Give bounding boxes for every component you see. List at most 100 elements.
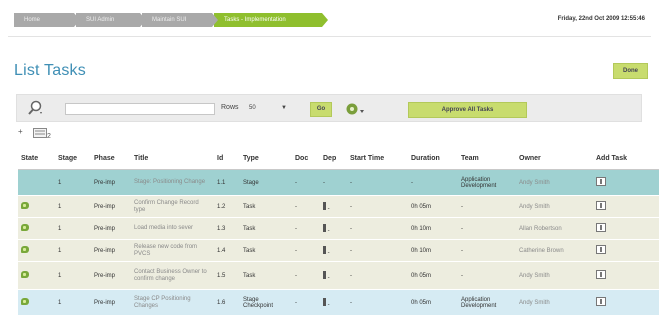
gear-icon[interactable] xyxy=(344,101,366,117)
state-icon[interactable] xyxy=(21,246,29,253)
type-cell: Task xyxy=(240,239,292,262)
dep-cell: - xyxy=(320,239,347,262)
stage-cell: 1 xyxy=(55,261,91,290)
column-header-dep[interactable]: Dep xyxy=(320,148,347,170)
owner-cell[interactable]: Andy Smith xyxy=(516,261,593,290)
id-cell: 1.4 xyxy=(214,239,240,262)
add-task-icon[interactable] xyxy=(596,201,606,210)
add-task-cell xyxy=(593,261,659,290)
dep-cell: - xyxy=(320,217,347,240)
table-row[interactable]: 1 Pre-imp Load media into sever 1.3 Task… xyxy=(18,217,659,240)
tasks-table: State Stage Phase Title Id Type Doc Dep … xyxy=(18,148,659,316)
add-task-cell xyxy=(593,289,659,316)
column-header-doc[interactable]: Doc xyxy=(292,148,320,170)
go-button[interactable]: Go xyxy=(310,102,332,117)
state-icon[interactable] xyxy=(21,298,29,305)
rows-value: 50 xyxy=(249,105,256,111)
breadcrumb: Home SUI Admin Maintain SUI Tasks - Impl… xyxy=(14,13,328,27)
table-row[interactable]: 1 Pre-imp Release new code from PVCS 1.4… xyxy=(18,239,659,262)
stage-cell: 1 xyxy=(55,169,91,196)
tree-icon[interactable] xyxy=(33,128,47,138)
table-row[interactable]: 1 Pre-imp Stage: Positioning Change 1.1 … xyxy=(18,169,659,196)
start-time-cell: - xyxy=(347,169,408,196)
dependency-icon[interactable] xyxy=(323,201,326,210)
title-cell[interactable]: Release new code from PVCS xyxy=(131,239,214,262)
dep-value: - xyxy=(327,274,330,281)
start-time-cell: - xyxy=(347,289,408,316)
rows-select[interactable]: 50 ▼ xyxy=(249,103,289,114)
column-header-id[interactable]: Id xyxy=(214,148,240,170)
column-header-state[interactable]: State xyxy=(18,148,55,170)
add-task-icon[interactable] xyxy=(596,177,606,186)
duration-cell: 0h 05m xyxy=(408,261,458,290)
doc-cell: - xyxy=(292,239,320,262)
phase-cell: Pre-imp xyxy=(91,289,131,316)
start-time-cell: - xyxy=(347,239,408,262)
owner-cell[interactable]: Andy Smith xyxy=(516,195,593,218)
team-cell: - xyxy=(458,195,516,218)
table-header: State Stage Phase Title Id Type Doc Dep … xyxy=(18,148,659,170)
column-header-add-task: Add Task xyxy=(593,148,659,170)
table-row[interactable]: 1 Pre-imp Contact Business Owner to conf… xyxy=(18,261,659,290)
column-header-title[interactable]: Title xyxy=(131,148,214,170)
type-cell: Stage Checkpoint xyxy=(240,289,292,316)
duration-cell: - xyxy=(408,169,458,196)
title-cell[interactable]: Confirm Change Record type xyxy=(131,195,214,218)
duration-cell: 0h 05m xyxy=(408,195,458,218)
owner-cell[interactable]: Catherine Brown xyxy=(516,239,593,262)
chevron-down-icon: ▼ xyxy=(281,105,287,111)
add-task-cell xyxy=(593,195,659,218)
add-task-cell xyxy=(593,169,659,196)
task-toolbar: Rows 50 ▼ Go Approve All Tasks xyxy=(16,94,642,122)
dependency-icon[interactable] xyxy=(323,297,326,306)
type-cell: Stage xyxy=(240,169,292,196)
state-icon[interactable] xyxy=(21,271,29,278)
column-header-owner[interactable]: Owner xyxy=(516,148,593,170)
state-icon[interactable] xyxy=(21,202,29,209)
approve-all-tasks-button[interactable]: Approve All Tasks xyxy=(408,102,527,118)
start-time-cell: - xyxy=(347,217,408,240)
doc-cell: - xyxy=(292,217,320,240)
start-time-cell: - xyxy=(347,261,408,290)
title-cell[interactable]: Load media into sever xyxy=(131,217,214,240)
owner-cell[interactable]: Andy Smith xyxy=(516,169,593,196)
owner-cell[interactable]: Allan Robertson xyxy=(516,217,593,240)
type-cell: Task xyxy=(240,217,292,240)
state-cell xyxy=(18,289,55,316)
add-task-icon[interactable] xyxy=(596,270,606,279)
table-row[interactable]: 1 Pre-imp Stage CP Positioning Changes 1… xyxy=(18,289,659,316)
column-header-duration[interactable]: Duration xyxy=(408,148,458,170)
table-row[interactable]: 1 Pre-imp Confirm Change Record type 1.2… xyxy=(18,195,659,218)
add-task-icon[interactable] xyxy=(596,223,606,232)
dependency-icon[interactable] xyxy=(323,223,326,232)
team-cell: Application Development xyxy=(458,169,516,196)
breadcrumb-home[interactable]: Home xyxy=(14,13,80,27)
phase-cell: Pre-imp xyxy=(91,239,131,262)
breadcrumb-sui-admin[interactable]: SUI Admin xyxy=(76,13,146,27)
title-cell[interactable]: Contact Business Owner to confirm change xyxy=(131,261,214,290)
owner-cell[interactable]: Andy Smith xyxy=(516,289,593,316)
stage-cell: 1 xyxy=(55,289,91,316)
team-cell: - xyxy=(458,217,516,240)
dependency-icon[interactable] xyxy=(323,245,326,254)
breadcrumb-maintain-sui[interactable]: Maintain SUI xyxy=(142,13,218,27)
add-task-icon[interactable] xyxy=(596,297,606,306)
title-cell[interactable]: Stage CP Positioning Changes xyxy=(131,289,214,316)
column-header-stage[interactable]: Stage xyxy=(55,148,91,170)
expand-toggle[interactable]: + xyxy=(18,127,23,136)
dependency-icon[interactable] xyxy=(323,270,326,279)
state-cell xyxy=(18,169,55,196)
column-header-phase[interactable]: Phase xyxy=(91,148,131,170)
title-cell[interactable]: Stage: Positioning Change xyxy=(131,169,214,196)
column-header-team[interactable]: Team xyxy=(458,148,516,170)
done-button[interactable]: Done xyxy=(613,63,648,79)
search-input[interactable] xyxy=(65,103,215,115)
column-header-type[interactable]: Type xyxy=(240,148,292,170)
state-icon[interactable] xyxy=(21,224,29,231)
search-icon[interactable] xyxy=(27,100,43,116)
start-time-cell: - xyxy=(347,195,408,218)
duration-cell: 0h 10m xyxy=(408,239,458,262)
column-header-start-time[interactable]: Start Time xyxy=(347,148,408,170)
add-task-icon[interactable] xyxy=(596,245,606,254)
id-cell: 1.1 xyxy=(214,169,240,196)
